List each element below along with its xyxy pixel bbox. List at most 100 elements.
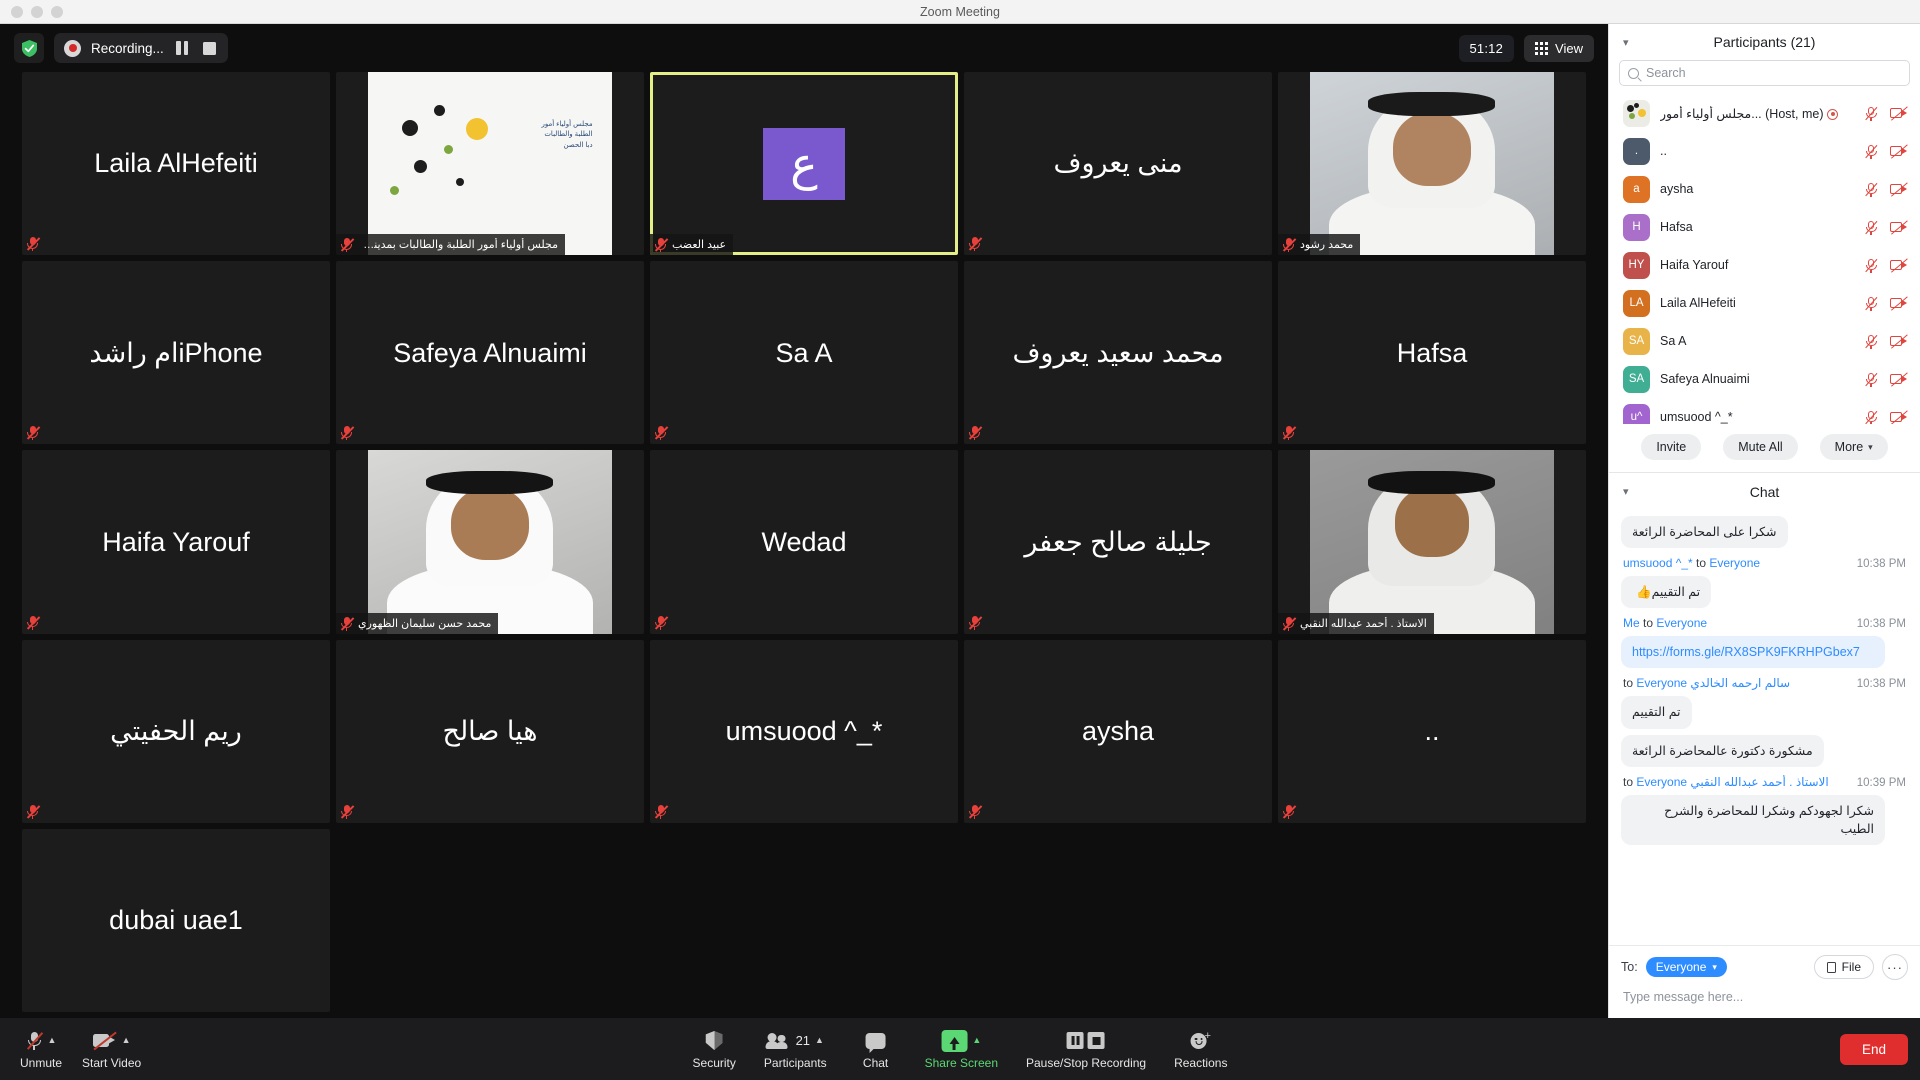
- file-label: File: [1841, 960, 1861, 974]
- video-tile[interactable]: umsuood ^_*: [650, 639, 958, 823]
- security-button[interactable]: Security: [685, 1029, 744, 1070]
- pause-stop-recording-label: Pause/Stop Recording: [1026, 1055, 1147, 1070]
- microphone-muted-icon: [968, 236, 983, 252]
- camera-off-icon[interactable]: [1890, 143, 1908, 159]
- chat-message-input[interactable]: Type message here...: [1621, 980, 1908, 1012]
- microphone-muted-icon: [26, 236, 41, 252]
- participant-row[interactable]: a aysha: [1609, 170, 1920, 208]
- pause-stop-recording-button[interactable]: Pause/Stop Recording: [1018, 1029, 1154, 1070]
- start-video-button[interactable]: ▲ Start Video: [74, 1029, 149, 1070]
- chat-recipient-value: Everyone: [1655, 960, 1707, 974]
- participant-row[interactable]: HY Haifa Yarouf: [1609, 246, 1920, 284]
- participant-row[interactable]: SA Safeya Alnuaimi: [1609, 360, 1920, 398]
- more-participants-button[interactable]: More ▾: [1819, 434, 1888, 460]
- video-tile[interactable]: مجلس أولياء أمور الطلبة والطالبات دبا الحص…: [336, 72, 644, 256]
- chat-button[interactable]: Chat: [847, 1029, 905, 1070]
- avatar: a: [1623, 175, 1650, 203]
- participant-row[interactable]: مجلس أولياء أمور... (Host, me): [1609, 94, 1920, 132]
- share-options-chevron-up-icon[interactable]: ▲: [972, 1036, 981, 1045]
- video-tile[interactable]: Sa A: [650, 261, 958, 445]
- microphone-muted-icon[interactable]: [1864, 144, 1878, 159]
- video-tile[interactable]: محمد رشود: [1278, 72, 1586, 256]
- video-tile[interactable]: ع عبيد العضب: [650, 72, 958, 256]
- collapse-participants-chevron-down-icon[interactable]: ▾: [1623, 36, 1629, 49]
- stop-recording-icon[interactable]: [201, 40, 218, 57]
- search-placeholder: Search: [1646, 66, 1686, 80]
- chat-recipient-dropdown[interactable]: Everyone ▾: [1645, 957, 1727, 977]
- video-tile[interactable]: هيا صالح: [336, 639, 644, 823]
- chat-message-sender: umsuood ^_* to Everyone: [1623, 556, 1761, 571]
- participant-row[interactable]: SA Sa A: [1609, 322, 1920, 360]
- camera-off-icon[interactable]: [1890, 105, 1908, 121]
- microphone-muted-icon: [26, 1031, 43, 1051]
- microphone-muted-icon[interactable]: [1864, 106, 1878, 121]
- video-tile[interactable]: جليلة صالح جعفر: [964, 450, 1272, 634]
- microphone-muted-icon[interactable]: [1864, 296, 1878, 311]
- video-tile[interactable]: Laila AlHefeiti: [22, 72, 330, 256]
- chat-more-options-button[interactable]: ···: [1882, 954, 1908, 980]
- camera-off-icon[interactable]: [1890, 333, 1908, 349]
- camera-off-icon[interactable]: [1890, 295, 1908, 311]
- search-input[interactable]: Search: [1619, 60, 1910, 86]
- grid-view-icon: [1535, 41, 1549, 55]
- chat-message-link[interactable]: https://forms.gle/RX8SPK9FKRHPGbex7: [1621, 636, 1886, 669]
- video-tile[interactable]: ريم الحفيتي: [22, 639, 330, 823]
- pause-recording-icon[interactable]: [174, 40, 191, 57]
- video-tile[interactable]: محمد سعيد يعروف: [964, 261, 1272, 445]
- microphone-muted-icon[interactable]: [1864, 182, 1878, 197]
- microphone-muted-icon[interactable]: [1864, 220, 1878, 235]
- participant-row[interactable]: LA Laila AlHefeiti: [1609, 284, 1920, 322]
- camera-off-icon[interactable]: [1890, 409, 1908, 424]
- reactions-label: Reactions: [1174, 1055, 1228, 1070]
- end-meeting-button[interactable]: End: [1839, 1033, 1908, 1065]
- participant-row[interactable]: u^ umsuood ^_*: [1609, 398, 1920, 424]
- chat-message-time: 10:39 PM: [1856, 776, 1906, 789]
- video-tile[interactable]: Hafsa: [1278, 261, 1586, 445]
- audio-options-chevron-up-icon[interactable]: ▲: [48, 1036, 57, 1045]
- chat-message-time: 10:38 PM: [1856, 618, 1906, 631]
- chat-message-bubble: مشكورة دكتورة عالمحاضرة الرائعة: [1621, 734, 1824, 767]
- microphone-muted-icon[interactable]: [1864, 410, 1878, 424]
- invite-button[interactable]: Invite: [1641, 434, 1702, 460]
- mute-all-button[interactable]: Mute All: [1723, 434, 1798, 460]
- participant-row[interactable]: ...: [1609, 132, 1920, 170]
- microphone-muted-icon[interactable]: [1864, 372, 1878, 387]
- share-screen-icon: [941, 1029, 968, 1052]
- tile-display-name: ..: [1424, 716, 1440, 746]
- tile-display-name: Safeya Alnuaimi: [393, 337, 587, 368]
- microphone-muted-icon: [1282, 616, 1297, 631]
- video-tile[interactable]: محمد حسن سليمان الظهوري: [336, 450, 644, 634]
- camera-off-icon[interactable]: [1890, 371, 1908, 387]
- video-options-chevron-up-icon[interactable]: ▲: [122, 1036, 131, 1045]
- chat-message-sender: سالم ارحمه الخالدي to Everyone: [1623, 676, 1791, 691]
- video-tile[interactable]: ..: [1278, 639, 1586, 823]
- video-tile[interactable]: Wedad: [650, 450, 958, 634]
- participants-options-chevron-up-icon[interactable]: ▲: [815, 1036, 824, 1045]
- recording-dot-icon: [1827, 108, 1839, 120]
- video-tile[interactable]: منى يعروف: [964, 72, 1272, 256]
- microphone-muted-icon: [1282, 237, 1297, 253]
- tile-display-name: ريم الحفيتي: [110, 716, 242, 746]
- reactions-button[interactable]: + Reactions: [1166, 1029, 1235, 1070]
- participant-row[interactable]: H Hafsa: [1609, 208, 1920, 246]
- camera-off-icon[interactable]: [1890, 219, 1908, 235]
- camera-off-icon[interactable]: [1890, 257, 1908, 273]
- video-tile[interactable]: dubai uae1: [22, 828, 330, 1012]
- video-tile[interactable]: الاستاذ . أحمد عبدالله النقبي: [1278, 450, 1586, 634]
- send-file-button[interactable]: File: [1813, 955, 1874, 979]
- camera-off-icon[interactable]: [1890, 181, 1908, 197]
- video-tile[interactable]: ام راشدiPhone: [22, 261, 330, 445]
- view-button[interactable]: View: [1524, 34, 1594, 62]
- encryption-shield-icon[interactable]: [14, 33, 44, 63]
- microphone-muted-icon[interactable]: [1864, 334, 1878, 349]
- microphone-muted-icon[interactable]: [1864, 258, 1878, 273]
- video-tile[interactable]: Haifa Yarouf: [22, 450, 330, 634]
- video-tile[interactable]: Safeya Alnuaimi: [336, 261, 644, 445]
- share-screen-button[interactable]: ▲ Share Screen: [917, 1029, 1006, 1070]
- unmute-button[interactable]: ▲ Unmute: [12, 1029, 70, 1070]
- video-tile[interactable]: aysha: [964, 639, 1272, 823]
- chat-message-list[interactable]: شكرا على المحاضرة الرائعة umsuood ^_* to …: [1609, 510, 1920, 945]
- participants-list[interactable]: مجلس أولياء أمور... (Host, me)... a aysha H…: [1609, 94, 1920, 424]
- participants-button[interactable]: 21 ▲ Participants: [756, 1029, 835, 1070]
- collapse-chat-chevron-down-icon[interactable]: ▾: [1623, 485, 1629, 498]
